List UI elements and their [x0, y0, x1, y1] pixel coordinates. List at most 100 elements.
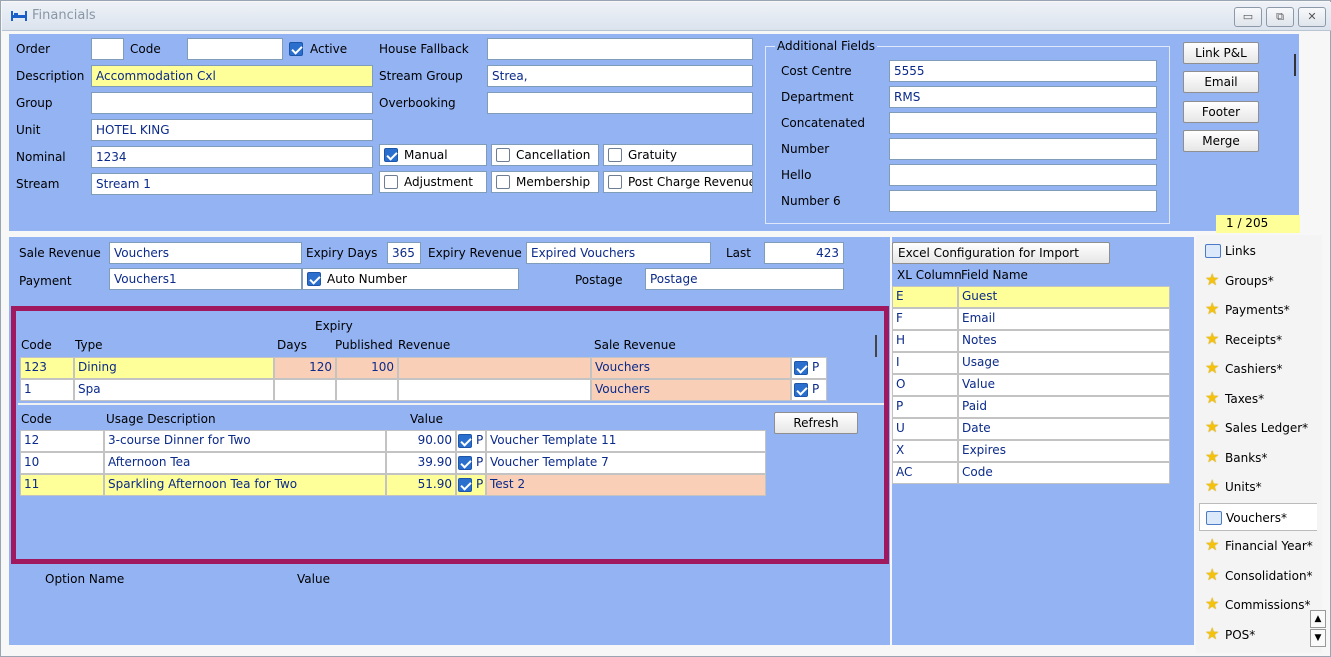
excel-row[interactable]: I Usage — [892, 352, 1172, 374]
excel-col-cell[interactable]: E — [892, 286, 958, 308]
excel-field-cell[interactable]: Expires — [958, 440, 1170, 462]
excel-field-cell[interactable]: Value — [958, 374, 1170, 396]
gratuity-option[interactable]: Gratuity — [603, 144, 753, 166]
types-p-cell[interactable]: P — [791, 357, 827, 379]
additional-field-input[interactable] — [889, 190, 1157, 212]
refresh-button[interactable]: Refresh — [774, 412, 858, 434]
excel-row[interactable]: O Value — [892, 374, 1172, 396]
types-cell-code[interactable]: 1 — [20, 379, 74, 401]
tab-consolidation[interactable]: ★ Consolidation* — [1199, 561, 1317, 590]
types-cell-type[interactable]: Dining — [74, 357, 274, 379]
usage-p-cell[interactable]: P — [456, 474, 486, 496]
types-row[interactable]: 123 Dining 120 100 Vouchers P — [20, 357, 840, 379]
tab-cashiers[interactable]: ★ Cashiers* — [1199, 355, 1317, 383]
excel-col-cell[interactable]: F — [892, 308, 958, 330]
excel-field-cell[interactable]: Usage — [958, 352, 1170, 374]
group-field[interactable] — [91, 92, 373, 114]
auto-number-checkbox[interactable] — [307, 272, 321, 286]
usage-cell-usage[interactable]: Sparkling Afternoon Tea for Two — [104, 474, 386, 496]
manual-checkbox[interactable] — [384, 148, 398, 162]
tab-taxes[interactable]: ★ Taxes* — [1199, 384, 1317, 413]
excel-col-cell[interactable]: U — [892, 418, 958, 440]
excel-field-cell[interactable]: Email — [958, 308, 1170, 330]
usage-p-cell[interactable]: P — [456, 452, 486, 474]
additional-field-input[interactable] — [889, 138, 1157, 160]
membership-checkbox[interactable] — [496, 175, 510, 189]
usage-p-checkbox[interactable] — [458, 478, 472, 492]
tab-receipts[interactable]: ★ Receipts* — [1199, 325, 1317, 354]
excel-row[interactable]: H Notes — [892, 330, 1172, 352]
tab-commissions[interactable]: ★ Commissions* — [1199, 591, 1317, 619]
excel-config-button[interactable]: Excel Configuration for Import — [892, 242, 1110, 264]
gratuity-checkbox[interactable] — [608, 148, 622, 162]
email-button[interactable]: Email — [1183, 71, 1259, 93]
types-cell-type[interactable]: Spa — [74, 379, 274, 401]
nominal-field[interactable]: 1234 — [91, 146, 373, 168]
tab-financialyear[interactable]: ★ Financial Year* — [1199, 532, 1317, 560]
close-button[interactable]: ✕ — [1298, 7, 1326, 27]
types-cell-published[interactable]: 100 — [336, 357, 398, 379]
usage-cell-template[interactable]: Test 2 — [486, 474, 766, 496]
postage-field[interactable]: Postage — [645, 268, 844, 290]
footer-button[interactable]: Footer — [1183, 101, 1259, 123]
excel-col-cell[interactable]: P — [892, 396, 958, 418]
excel-row[interactable]: P Paid — [892, 396, 1172, 418]
adjustment-option[interactable]: Adjustment — [379, 171, 487, 193]
types-scroll-thumb[interactable] — [875, 335, 877, 357]
house-fallback-field[interactable] — [487, 38, 753, 60]
post-charge-option[interactable]: Post Charge Revenue — [603, 171, 753, 193]
tab-pos[interactable]: ★ POS* — [1199, 620, 1317, 649]
excel-row[interactable]: X Expires — [892, 440, 1172, 462]
tab-salesledger[interactable]: ★ Sales Ledger* — [1199, 414, 1317, 442]
types-cell-code[interactable]: 123 — [20, 357, 74, 379]
expiry-days-field[interactable]: 365 — [387, 242, 421, 264]
expiry-revenue-field[interactable]: Expired Vouchers — [526, 242, 711, 264]
membership-option[interactable]: Membership — [491, 171, 599, 193]
usage-cell-usage[interactable]: Afternoon Tea — [104, 452, 386, 474]
usage-p-checkbox[interactable] — [458, 456, 472, 470]
adjustment-checkbox[interactable] — [384, 175, 398, 189]
excel-col-cell[interactable]: X — [892, 440, 958, 462]
excel-row[interactable]: E Guest — [892, 286, 1172, 308]
additional-field-input[interactable]: 5555 — [889, 60, 1157, 82]
overbooking-field[interactable] — [487, 92, 753, 114]
types-cell-sale-revenue[interactable]: Vouchers — [591, 379, 791, 401]
tab-scroll-up[interactable]: ▲ — [1310, 610, 1326, 628]
excel-col-cell[interactable]: H — [892, 330, 958, 352]
active-checkbox[interactable] — [289, 42, 303, 56]
types-row[interactable]: 1 Spa Vouchers P — [20, 379, 840, 401]
restore-button[interactable]: ⧉ — [1266, 7, 1294, 27]
tab-units[interactable]: ★ Units* — [1199, 473, 1317, 501]
merge-button[interactable]: Merge — [1183, 130, 1259, 152]
excel-row[interactable]: F Email — [892, 308, 1172, 330]
sale-revenue-field[interactable]: Vouchers — [109, 242, 302, 264]
link-pl-button[interactable]: Link P&L — [1183, 42, 1259, 64]
stream-group-field[interactable]: Strea, — [487, 65, 753, 87]
types-cell-days[interactable] — [274, 379, 336, 401]
excel-field-cell[interactable]: Paid — [958, 396, 1170, 418]
cancellation-checkbox[interactable] — [496, 148, 510, 162]
excel-field-cell[interactable]: Date — [958, 418, 1170, 440]
header-scrollbar[interactable] — [1291, 34, 1299, 214]
additional-field-input[interactable] — [889, 112, 1157, 134]
tab-scroll-down[interactable]: ▼ — [1310, 629, 1326, 647]
usage-row[interactable]: 11 Sparkling Afternoon Tea for Two 51.90 P T… — [20, 474, 780, 496]
cancellation-option[interactable]: Cancellation — [491, 144, 599, 166]
usage-p-checkbox[interactable] — [458, 434, 472, 448]
usage-cell-code[interactable]: 12 — [20, 430, 104, 452]
types-p-checkbox[interactable] — [794, 383, 808, 397]
types-cell-revenue[interactable] — [398, 379, 591, 401]
types-cell-sale-revenue[interactable]: Vouchers — [591, 357, 791, 379]
tab-links[interactable]: Links — [1199, 237, 1317, 265]
usage-cell-template[interactable]: Voucher Template 7 — [486, 452, 766, 474]
excel-row[interactable]: AC Code — [892, 462, 1172, 484]
manual-option[interactable]: Manual — [379, 144, 487, 166]
usage-cell-usage[interactable]: 3-course Dinner for Two — [104, 430, 386, 452]
usage-cell-code[interactable]: 10 — [20, 452, 104, 474]
excel-col-cell[interactable]: O — [892, 374, 958, 396]
excel-field-cell[interactable]: Guest — [958, 286, 1170, 308]
payment-field[interactable]: Vouchers1 — [109, 268, 302, 290]
types-p-checkbox[interactable] — [794, 361, 808, 375]
usage-row[interactable]: 12 3-course Dinner for Two 90.00 P Voucher T… — [20, 430, 780, 452]
additional-field-input[interactable] — [889, 164, 1157, 186]
